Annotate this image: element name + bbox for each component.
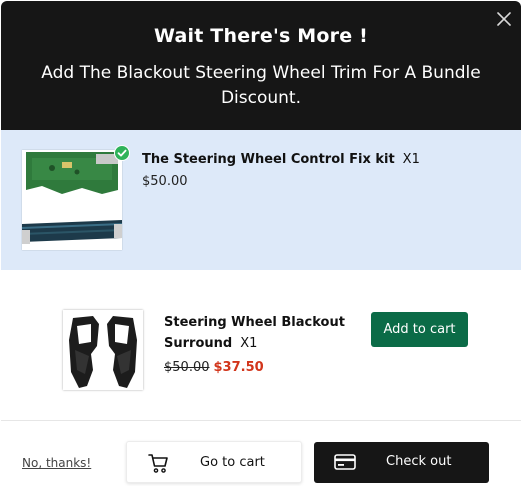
add-to-cart-button[interactable]: Add to cart [371, 312, 468, 347]
modal-footer: No, thanks! Go to cart Check out [1, 421, 521, 486]
upsell-item-row: Steering Wheel Blackout Surround X1 $50.0… [1, 270, 521, 420]
upsell-product-quantity: X1 [240, 336, 258, 351]
check-icon [117, 149, 127, 157]
product-title: The Steering Wheel Control Fix kit [142, 152, 395, 167]
product-quantity: X1 [402, 152, 420, 167]
product-name: The Steering Wheel Control Fix kit X1 [142, 152, 420, 167]
upsell-price: $50.00 $37.50 [164, 360, 264, 375]
close-button[interactable] [495, 10, 513, 28]
close-icon [497, 12, 511, 26]
product-price: $50.00 [142, 174, 188, 189]
modal-header: Wait There's More ! Add The Blackout Ste… [1, 1, 521, 130]
cart-icon [148, 454, 168, 473]
sale-price: $37.50 [213, 360, 264, 375]
no-thanks-link[interactable]: No, thanks! [22, 456, 91, 470]
modal-subtitle: Add The Blackout Steering Wheel Trim For… [41, 63, 481, 108]
go-to-cart-button[interactable]: Go to cart [126, 441, 302, 483]
go-to-cart-label: Go to cart [200, 455, 265, 470]
credit-card-icon [334, 454, 356, 470]
cart-item-row: The Steering Wheel Control Fix kit X1 $50… [1, 130, 521, 270]
steering-control-kit-image [21, 150, 123, 250]
modal-title: Wait There's More ! [154, 25, 368, 47]
selected-check-badge [114, 145, 130, 161]
upsell-product-name: Steering Wheel Blackout Surround X1 [164, 312, 354, 354]
original-price: $50.00 [164, 360, 210, 375]
blackout-surround-image [63, 310, 143, 390]
checkout-button[interactable]: Check out [314, 442, 489, 483]
checkout-label: Check out [386, 454, 452, 469]
upsell-modal: Wait There's More ! Add The Blackout Ste… [1, 1, 521, 486]
